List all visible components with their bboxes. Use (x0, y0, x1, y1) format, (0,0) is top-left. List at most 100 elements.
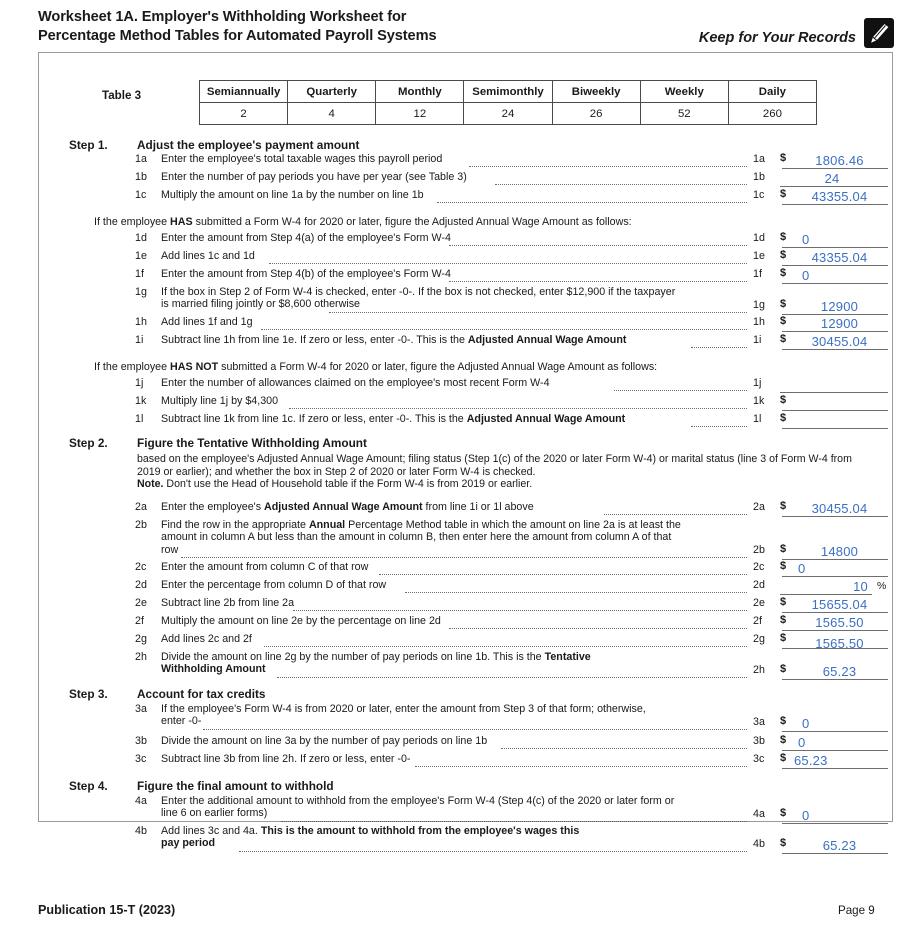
dollar-sign: $ (780, 663, 787, 675)
has-not-submitted-intro: If the employee HAS NOT submitted a Form… (94, 361, 658, 373)
page-title-line1: Worksheet 1A. Employer's Withholding Wor… (38, 9, 407, 25)
answer-rule (782, 349, 888, 350)
line-2f-answer-field[interactable]: $ 1565.50 (780, 614, 888, 631)
line-3c-number-right: 3c (753, 753, 765, 765)
line-2g-row: 2g Add lines 2c and 2f 2g $ 1565.50 (39, 632, 894, 651)
leader-dots (269, 250, 747, 264)
line-2h-number-right: 2h (753, 664, 765, 676)
line-1f-answer-field[interactable]: $ 0 (780, 267, 888, 284)
line-1h-value: 12900 (820, 316, 859, 331)
line-1g-value: 12900 (820, 299, 859, 314)
leader-dots (293, 597, 747, 611)
line-2c-answer-field[interactable]: $ 0 (780, 560, 888, 577)
dollar-sign: $ (780, 596, 787, 608)
line-1l-number: 1l (135, 413, 144, 425)
line-1g-row: 1g If the box in Step 2 of Form W-4 is c… (39, 286, 894, 315)
line-3a-description-line2: enter -0- (161, 715, 202, 728)
step-2-title: Figure the Tentative Withholding Amount (137, 436, 367, 450)
leader-dots (181, 544, 747, 558)
line-1i-answer-field[interactable]: $ 30455.04 (780, 333, 888, 350)
line-1e-number-right: 1e (753, 250, 765, 262)
line-1i-row: 1i Subtract line 1h from line 1e. If zer… (39, 333, 894, 351)
table-3: Table 3 Semiannually Quarterly Monthly S… (102, 80, 882, 125)
line-1d-answer-field[interactable]: $ 0 (780, 231, 888, 248)
leader-dots (614, 377, 747, 391)
page-title-line2: Percentage Method Tables for Automated P… (38, 28, 437, 44)
answer-rule (782, 576, 888, 577)
line-4b-description-line2-bold: pay period (161, 837, 216, 850)
line-2d-answer-field[interactable]: 10 (780, 578, 872, 595)
line-4b-number: 4b (135, 825, 147, 837)
pen-icon (864, 18, 894, 48)
line-1e-answer-field[interactable]: $ 43355.04 (780, 249, 888, 266)
line-1d-number: 1d (135, 232, 147, 244)
footer-publication: Publication 15-T (2023) (38, 903, 176, 917)
line-1c-answer-field[interactable]: $ 43355.04 (780, 188, 888, 205)
dollar-sign: $ (780, 267, 787, 279)
leader-dots (203, 716, 747, 730)
line-1f-row: 1f Enter the amount from Step 4(b) of th… (39, 267, 894, 285)
line-2a-row: 2a Enter the employee's Adjusted Annual … (39, 500, 894, 518)
line-1l-answer-field[interactable]: $ (780, 412, 888, 429)
line-1k-answer-field[interactable]: $ (780, 394, 888, 411)
line-1b-answer-field[interactable]: 24 (780, 170, 888, 187)
line-3b-answer-field[interactable]: $ 0 (780, 734, 888, 751)
step-1-title: Adjust the employee's payment amount (137, 138, 360, 152)
line-1l-number-right: 1l (753, 413, 762, 425)
answer-rule (780, 392, 888, 393)
answer-rule (780, 186, 888, 187)
dollar-sign: $ (780, 837, 787, 849)
dollar-sign: $ (780, 734, 787, 746)
step-4-label: Step 4. (69, 779, 108, 793)
leader-dots (501, 735, 747, 749)
line-3a-answer-field[interactable]: $ 0 (780, 715, 888, 732)
dollar-sign: $ (780, 315, 787, 327)
leader-dots (604, 501, 747, 515)
line-2a-answer-field[interactable]: $ 30455.04 (780, 500, 888, 517)
table-3-value-cell: 52 (639, 102, 729, 125)
line-4a-answer-field[interactable]: $ 0 (780, 807, 888, 824)
line-1l-description: Subtract line 1k from line 1c. If zero o… (161, 413, 761, 425)
line-1i-description: Subtract line 1h from line 1e. If zero o… (161, 334, 761, 346)
line-1j-number-right: 1j (753, 377, 762, 389)
line-3c-answer-field[interactable]: $ 65.23 (780, 752, 888, 769)
dollar-sign: $ (780, 560, 787, 572)
line-2a-value: 30455.04 (811, 501, 868, 516)
line-2h-description-line1: Divide the amount on line 2g by the numb… (161, 651, 545, 663)
line-1j-answer-field[interactable] (780, 376, 888, 393)
line-2b-row: 2b Find the row in the appropriate Annua… (39, 519, 894, 560)
line-2f-value: 1565.50 (815, 615, 864, 630)
line-1h-answer-field[interactable]: $ 12900 (780, 315, 888, 332)
line-1e-number: 1e (135, 250, 147, 262)
table-3-label: Table 3 (102, 89, 142, 102)
answer-rule (782, 331, 888, 332)
line-2e-answer-field[interactable]: $ 15655.04 (780, 596, 888, 613)
line-1g-number-right: 1g (753, 299, 765, 311)
line-4a-description-line2: line 6 on earlier forms) (161, 807, 268, 820)
line-1g-answer-field[interactable]: $ 12900 (780, 298, 888, 315)
line-4a-number: 4a (135, 795, 147, 807)
table-3-header-cell: Semiannually (198, 80, 289, 103)
line-2h-answer-field[interactable]: $ 65.23 (780, 663, 888, 680)
line-2d-row: 2d Enter the percentage from column D of… (39, 579, 894, 596)
line-2g-value: 1565.50 (815, 636, 864, 651)
line-1h-number: 1h (135, 316, 147, 328)
line-2e-value: 15655.04 (811, 597, 868, 612)
line-2g-answer-field[interactable]: $ 1565.50 (780, 632, 888, 651)
line-1a-number-right: 1a (753, 153, 765, 165)
line-2b-description-line2: amount in column A but less than the amo… (161, 531, 672, 544)
table-3-header-cell: Biweekly (551, 80, 641, 103)
line-4b-answer-field[interactable]: $ 65.23 (780, 837, 888, 854)
step-2-note-text: Don't use the Head of Household table if… (163, 478, 533, 490)
answer-rule (782, 679, 888, 680)
leader-dots (691, 413, 747, 427)
line-2b-answer-field[interactable]: $ 14800 (780, 543, 888, 560)
line-1d-row: 1d Enter the amount from Step 4(a) of th… (39, 231, 894, 249)
line-2c-value: 0 (798, 561, 806, 576)
line-1a-answer-field[interactable]: $ 1806.46 (780, 152, 888, 169)
line-1g-number: 1g (135, 286, 147, 298)
line-2f-row: 2f Multiply the amount on line 2e by the… (39, 614, 894, 632)
answer-rule (782, 283, 888, 284)
leader-dots (437, 189, 747, 203)
table-3-value-cell: 26 (551, 102, 641, 125)
